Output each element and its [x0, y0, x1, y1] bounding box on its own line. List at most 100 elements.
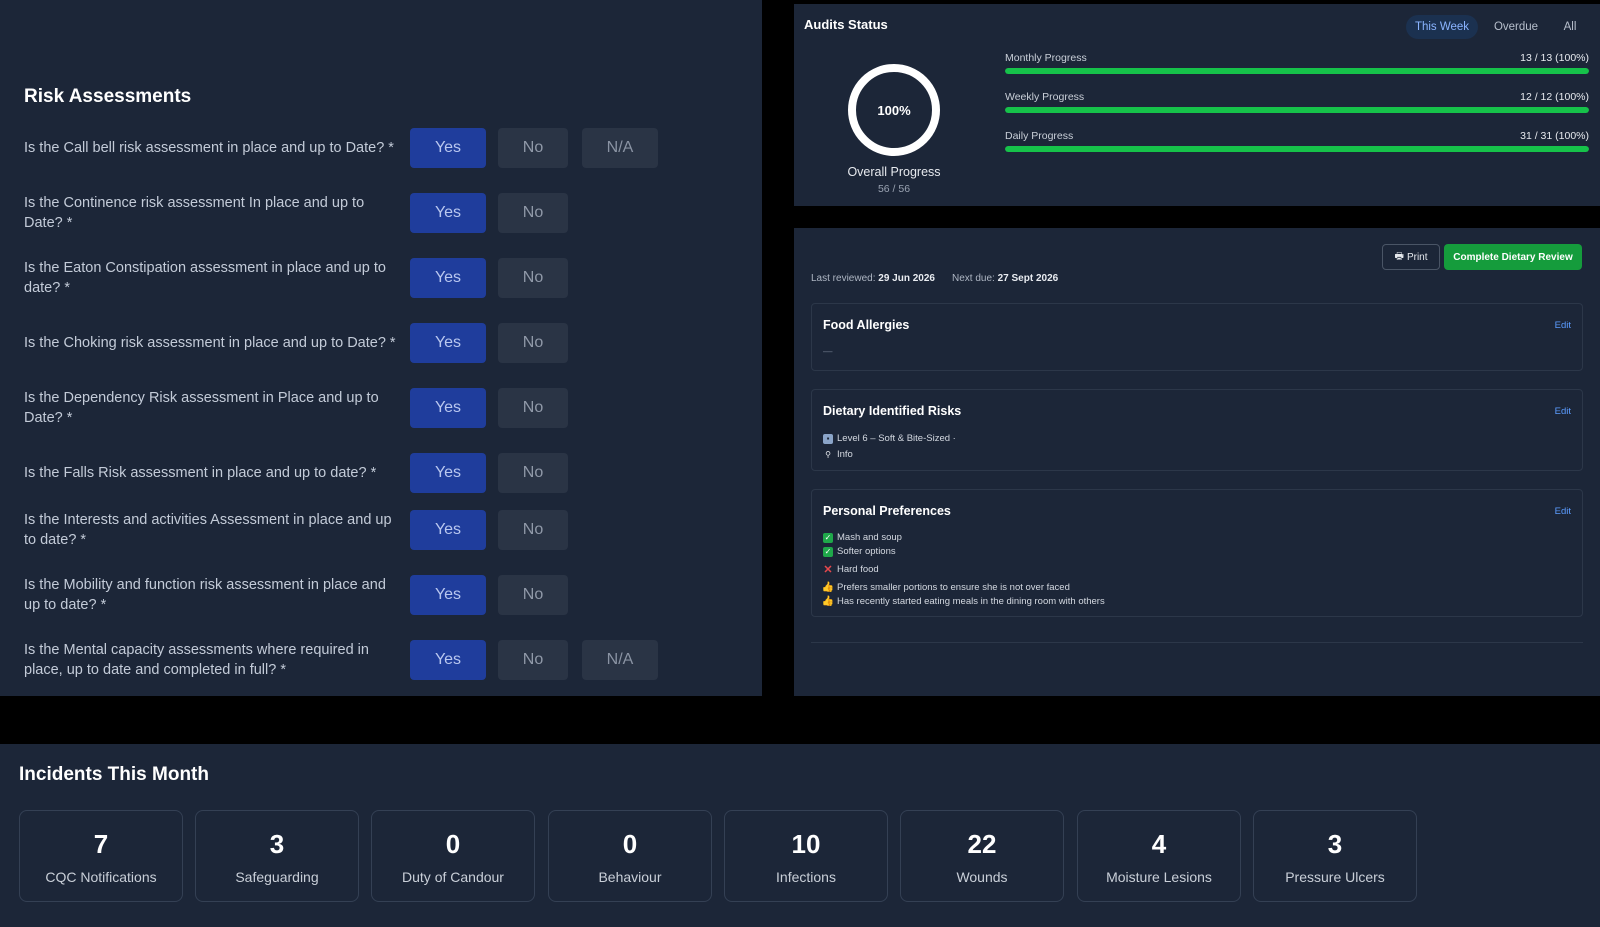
incident-card-duty-of-candour[interactable]: 0 Duty of Candour: [371, 810, 535, 902]
incident-label: Pressure Ulcers: [1285, 869, 1385, 885]
question-text: Is the Interests and activities Assessme…: [24, 512, 392, 548]
list-item: ⚲ Info: [823, 449, 853, 460]
risk-assessments-panel: Risk Assessments Is the Call bell risk a…: [0, 0, 762, 696]
incident-card-infections[interactable]: 10 Infections: [724, 810, 888, 902]
personal-preferences-card: Personal Preferences Edit ✓ Mash and sou…: [811, 489, 1583, 617]
question-text: Is the Eaton Constipation assessment in …: [24, 260, 386, 296]
overall-percent: 100%: [877, 102, 911, 118]
list-item: ✓ Mash and soup: [823, 532, 902, 543]
progress-fill: [1005, 146, 1589, 152]
incident-count: 7: [93, 829, 109, 859]
question-row: Is the Choking risk assessment in place …: [24, 316, 724, 370]
question-row: Is the Dependency Risk assessment in Pla…: [24, 381, 724, 435]
thumbs-up-icon: 👍: [821, 596, 835, 607]
question-text: Is the Falls Risk assessment in place an…: [24, 465, 377, 481]
edit-link[interactable]: Edit: [1555, 406, 1571, 417]
last-reviewed-label: Last reviewed:: [811, 273, 876, 284]
yes-option[interactable]: Yes: [410, 258, 486, 298]
print-button[interactable]: 🖶 Print: [1382, 244, 1440, 270]
incident-count: 3: [269, 829, 285, 859]
progress-fill: [1005, 68, 1589, 74]
overall-progress-label: Overall Progress: [847, 165, 941, 179]
progress-fill: [1005, 107, 1589, 113]
check-icon: ✓: [823, 546, 833, 557]
incident-label: Infections: [776, 869, 836, 885]
incident-card-behaviour[interactable]: 0 Behaviour: [548, 810, 712, 902]
no-option[interactable]: No: [498, 128, 568, 168]
yes-option[interactable]: Yes: [410, 510, 486, 550]
no-option[interactable]: No: [498, 575, 568, 615]
thumbs-up-icon: 👍: [821, 582, 835, 593]
question-row: Is the Mental capacity assessments where…: [24, 633, 724, 687]
overall-progress-count: 56 / 56: [877, 183, 911, 195]
item-text: Softer options: [837, 546, 896, 557]
no-option[interactable]: No: [498, 510, 568, 550]
audits-status-title: Audits Status: [804, 17, 888, 32]
incident-card-wounds[interactable]: 22 Wounds: [900, 810, 1064, 902]
progress-label: Daily Progress: [1005, 130, 1074, 142]
edit-link[interactable]: Edit: [1555, 320, 1571, 331]
progress-value: 13 / 13 (100%): [1520, 52, 1589, 64]
item-text: Mash and soup: [837, 532, 902, 543]
progress-bar: [1005, 107, 1589, 113]
yes-option[interactable]: Yes: [410, 640, 486, 680]
item-text: Has recently started eating meals in the…: [837, 596, 1105, 607]
progress-value: 31 / 31 (100%): [1520, 130, 1589, 142]
incident-label: Moisture Lesions: [1106, 869, 1212, 885]
cross-icon: ✕: [823, 564, 833, 576]
no-option[interactable]: No: [498, 388, 568, 428]
tab-this-week[interactable]: This Week: [1406, 15, 1478, 39]
next-due: Next due: 27 Sept 2026: [952, 273, 1058, 284]
level-icon: ▪: [823, 433, 833, 444]
incident-card-cqc-notifications[interactable]: 7 CQC Notifications: [19, 810, 183, 902]
progress-bar: [1005, 146, 1589, 152]
question-text: Is the Dependency Risk assessment in Pla…: [24, 390, 379, 426]
na-option[interactable]: N/A: [582, 128, 658, 168]
edit-link[interactable]: Edit: [1555, 506, 1571, 517]
yes-option[interactable]: Yes: [410, 323, 486, 363]
incident-count: 22: [967, 829, 997, 859]
question-row: Is the Call bell risk assessment in plac…: [24, 121, 724, 175]
card-title: Food Allergies: [823, 318, 910, 332]
overall-progress-ring: 100%: [848, 64, 940, 156]
yes-option[interactable]: Yes: [410, 388, 486, 428]
tab-all[interactable]: All: [1554, 15, 1586, 39]
no-option[interactable]: No: [498, 323, 568, 363]
progress-bar: [1005, 68, 1589, 74]
yes-option[interactable]: Yes: [410, 193, 486, 233]
question-row: Is the Continence risk assessment In pla…: [24, 186, 724, 240]
question-text: Is the Mental capacity assessments where…: [24, 642, 369, 678]
check-icon: ✓: [823, 532, 833, 543]
item-text: Info: [837, 449, 853, 460]
question-text: Is the Call bell risk assessment in plac…: [24, 140, 394, 156]
incident-count: 3: [1327, 829, 1343, 859]
na-option[interactable]: N/A: [582, 640, 658, 680]
divider: [811, 642, 1583, 643]
question-text: Is the Choking risk assessment in place …: [24, 335, 396, 351]
question-text: Is the Continence risk assessment In pla…: [24, 195, 365, 231]
yes-option[interactable]: Yes: [410, 575, 486, 615]
no-option[interactable]: No: [498, 640, 568, 680]
incident-card-moisture-lesions[interactable]: 4 Moisture Lesions: [1077, 810, 1241, 902]
last-reviewed-date: 29 Jun 2026: [878, 273, 935, 284]
incident-count: 10: [791, 829, 821, 859]
incident-card-pressure-ulcers[interactable]: 3 Pressure Ulcers: [1253, 810, 1417, 902]
incident-label: CQC Notifications: [45, 869, 157, 885]
incident-label: Wounds: [956, 869, 1008, 885]
risk-assessments-title: Risk Assessments: [24, 86, 192, 107]
progress-label: Weekly Progress: [1005, 91, 1085, 103]
tab-overdue[interactable]: Overdue: [1488, 15, 1544, 39]
yes-option[interactable]: Yes: [410, 128, 486, 168]
no-option[interactable]: No: [498, 453, 568, 493]
allergies-value: —: [823, 346, 833, 357]
audits-status-panel: Audits Status This Week Overdue All 100%…: [794, 4, 1600, 206]
no-option[interactable]: No: [498, 258, 568, 298]
incident-count: 0: [445, 829, 461, 859]
complete-dietary-review-button[interactable]: Complete Dietary Review: [1444, 244, 1582, 270]
progress-label: Monthly Progress: [1005, 52, 1087, 64]
list-item: 👍 Has recently started eating meals in t…: [821, 596, 1105, 607]
incident-card-safeguarding[interactable]: 3 Safeguarding: [195, 810, 359, 902]
yes-option[interactable]: Yes: [410, 453, 486, 493]
incidents-panel: Incidents This Month 7 CQC Notifications…: [0, 744, 1600, 927]
no-option[interactable]: No: [498, 193, 568, 233]
